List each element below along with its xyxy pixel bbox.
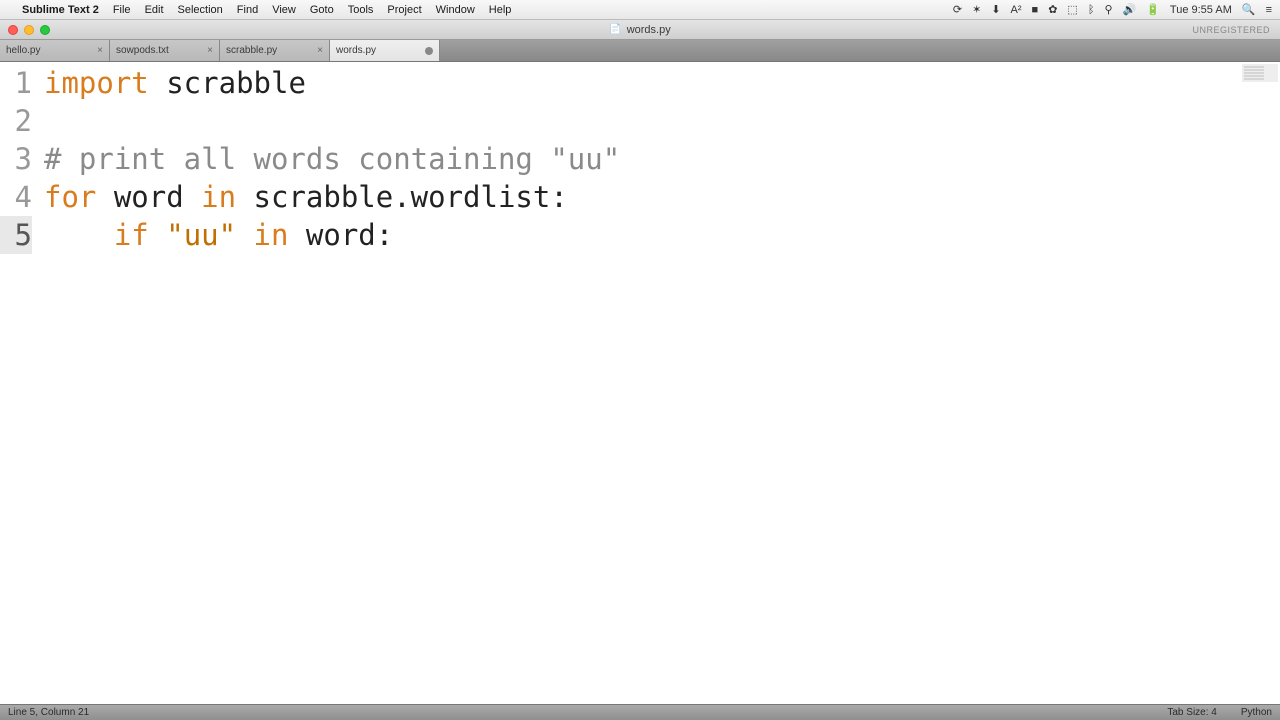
- code-line[interactable]: for word in scrabble.wordlist:: [44, 178, 620, 216]
- code-content[interactable]: import scrabble # print all words contai…: [44, 62, 620, 254]
- traffic-lights: [8, 25, 50, 35]
- window-titlebar: 📄 words.py UNREGISTERED: [0, 20, 1280, 40]
- tab-dirty-indicator-icon: [425, 47, 433, 55]
- volume-icon[interactable]: 🔊: [1123, 3, 1137, 16]
- tab-label: hello.py: [6, 45, 40, 56]
- cursor-position[interactable]: Line 5, Column 21: [8, 707, 89, 718]
- menu-edit[interactable]: Edit: [145, 4, 164, 16]
- menu-view[interactable]: View: [272, 4, 296, 16]
- menu-help[interactable]: Help: [489, 4, 512, 16]
- window-zoom-button[interactable]: [40, 25, 50, 35]
- window-close-button[interactable]: [8, 25, 18, 35]
- status-bar: Line 5, Column 21 Tab Size: 4 Python: [0, 704, 1280, 720]
- tab-hello[interactable]: hello.py ×: [0, 40, 110, 61]
- code-line[interactable]: # print all words containing "uu": [44, 140, 620, 178]
- status-icon[interactable]: ⟳: [953, 3, 962, 16]
- menu-tools[interactable]: Tools: [348, 4, 374, 16]
- line-number: 2: [0, 102, 32, 140]
- line-number: 5: [0, 216, 32, 254]
- tab-label: scrabble.py: [226, 45, 277, 56]
- syntax-indicator[interactable]: Python: [1241, 707, 1272, 718]
- status-icon[interactable]: ✶: [972, 3, 981, 16]
- tab-label: sowpods.txt: [116, 45, 169, 56]
- window-title: words.py: [627, 24, 671, 36]
- line-number: 1: [0, 64, 32, 102]
- code-line[interactable]: if "uu" in word:: [44, 216, 620, 254]
- minimap[interactable]: [1242, 64, 1278, 82]
- tab-sowpods[interactable]: sowpods.txt ×: [110, 40, 220, 61]
- spotlight-icon[interactable]: 🔍: [1242, 3, 1256, 16]
- bluetooth-icon[interactable]: ᛒ: [1088, 4, 1095, 16]
- code-line[interactable]: import scrabble: [44, 64, 620, 102]
- clock[interactable]: Tue 9:55 AM: [1170, 4, 1232, 16]
- dropbox-icon[interactable]: ⬇: [991, 3, 1000, 16]
- tab-scrabble[interactable]: scrabble.py ×: [220, 40, 330, 61]
- battery-icon[interactable]: 🔋: [1146, 3, 1160, 16]
- tab-words[interactable]: words.py: [330, 40, 440, 61]
- window-minimize-button[interactable]: [24, 25, 34, 35]
- menu-find[interactable]: Find: [237, 4, 258, 16]
- editor-area[interactable]: 12345 import scrabble # print all words …: [0, 62, 1280, 704]
- tab-close-icon[interactable]: ×: [97, 45, 103, 56]
- tab-strip: hello.py × sowpods.txt × scrabble.py × w…: [0, 40, 1280, 62]
- menu-window[interactable]: Window: [436, 4, 475, 16]
- menu-goto[interactable]: Goto: [310, 4, 334, 16]
- macos-menubar: Sublime Text 2 File Edit Selection Find …: [0, 0, 1280, 20]
- menu-project[interactable]: Project: [387, 4, 421, 16]
- status-icon[interactable]: ✿: [1048, 3, 1057, 16]
- tab-size-indicator[interactable]: Tab Size: 4: [1167, 707, 1216, 718]
- line-number: 4: [0, 178, 32, 216]
- document-icon: 📄: [609, 24, 621, 35]
- status-icon[interactable]: ⬚: [1067, 3, 1077, 16]
- code-line[interactable]: [44, 102, 620, 140]
- notification-center-icon[interactable]: ≡: [1266, 4, 1272, 16]
- menu-selection[interactable]: Selection: [178, 4, 223, 16]
- status-icon[interactable]: A²: [1011, 4, 1022, 16]
- tab-label: words.py: [336, 45, 376, 56]
- app-name[interactable]: Sublime Text 2: [22, 4, 99, 16]
- status-icon[interactable]: ■: [1032, 4, 1039, 16]
- wifi-icon[interactable]: ⚲: [1104, 3, 1112, 16]
- menu-file[interactable]: File: [113, 4, 131, 16]
- tab-close-icon[interactable]: ×: [207, 45, 213, 56]
- tab-close-icon[interactable]: ×: [317, 45, 323, 56]
- unregistered-label: UNREGISTERED: [1192, 25, 1270, 35]
- line-number: 3: [0, 140, 32, 178]
- line-number-gutter: 12345: [0, 62, 40, 704]
